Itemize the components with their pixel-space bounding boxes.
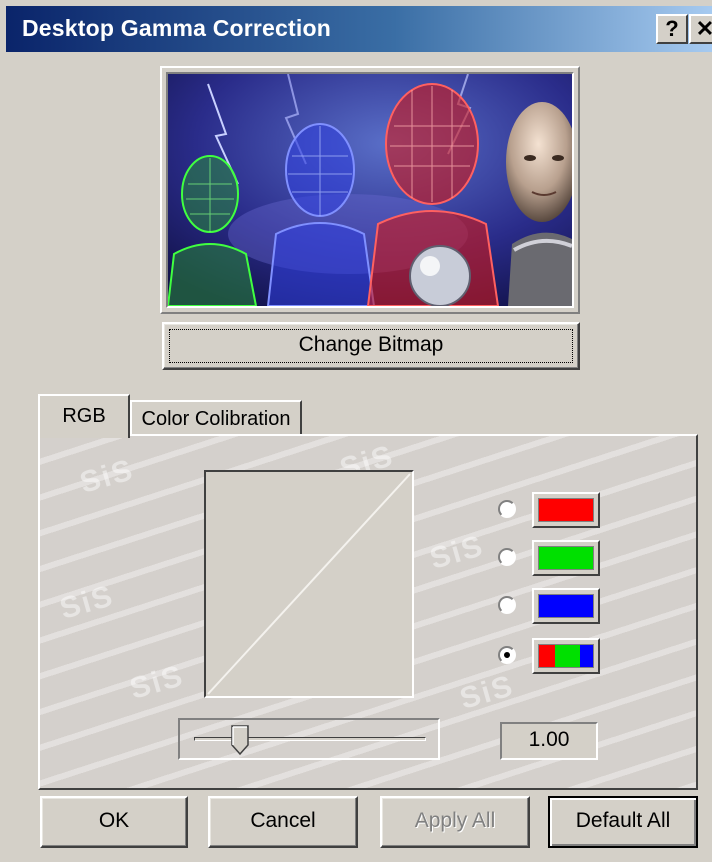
green-channel-button[interactable]	[532, 540, 600, 576]
radio-all-channels[interactable]	[498, 646, 516, 664]
gamma-value: 1.00	[528, 728, 570, 751]
watermark-logo: SiS	[76, 453, 138, 500]
apply-all-button[interactable]: Apply All	[380, 796, 530, 848]
close-icon: ✕	[695, 16, 712, 41]
blue-swatch	[538, 594, 594, 618]
focus-indicator	[169, 329, 573, 363]
all-channels-button[interactable]	[532, 638, 600, 674]
gamma-curve-graphic	[207, 473, 411, 695]
default-all-button[interactable]: Default All	[548, 796, 698, 848]
red-channel-button[interactable]	[532, 492, 600, 528]
preview-frame	[160, 66, 580, 314]
watermark-logo: SiS	[56, 579, 118, 626]
gamma-slider[interactable]	[178, 718, 440, 760]
red-swatch	[538, 498, 594, 522]
tab-rgb[interactable]: RGB	[38, 394, 130, 438]
title-bar: Desktop Gamma Correction ? ✕	[6, 6, 712, 52]
close-button[interactable]: ✕	[689, 14, 712, 44]
rgb-swatch	[538, 644, 594, 668]
window-title: Desktop Gamma Correction	[22, 15, 331, 41]
preview-bitmap-graphic	[168, 74, 572, 306]
gamma-curve-display	[204, 470, 414, 698]
slider-track	[194, 737, 426, 741]
tab-color-colibration-label: Color Colibration	[141, 408, 291, 430]
blue-channel-button[interactable]	[532, 588, 600, 624]
change-bitmap-button[interactable]: Change Bitmap	[162, 322, 580, 370]
watermark-logo: SiS	[456, 669, 518, 716]
watermark-logo: SiS	[426, 529, 488, 576]
ok-button[interactable]: OK	[40, 796, 188, 848]
help-icon: ?	[665, 16, 679, 41]
tab-rgb-label: RGB	[62, 405, 106, 427]
radio-green-channel[interactable]	[498, 548, 516, 566]
tab-color-colibration[interactable]: Color Colibration	[130, 400, 302, 436]
gamma-value-display: 1.00	[500, 722, 598, 760]
cancel-button[interactable]: Cancel	[208, 796, 358, 848]
help-button[interactable]: ?	[656, 14, 688, 44]
preview-image	[166, 72, 574, 308]
rgb-tab-panel: SiS SiS SiS SiS SiS SiS 1.00	[38, 434, 698, 790]
ok-label: OK	[98, 809, 130, 832]
cancel-label: Cancel	[250, 809, 316, 832]
watermark-logo: SiS	[126, 659, 188, 706]
apply-all-label: Apply All	[414, 809, 496, 832]
green-swatch	[538, 546, 594, 570]
gamma-curve-line	[207, 473, 411, 695]
radio-red-channel[interactable]	[498, 500, 516, 518]
default-all-label: Default All	[575, 809, 671, 832]
slider-thumb[interactable]	[231, 725, 250, 755]
radio-blue-channel[interactable]	[498, 596, 516, 614]
